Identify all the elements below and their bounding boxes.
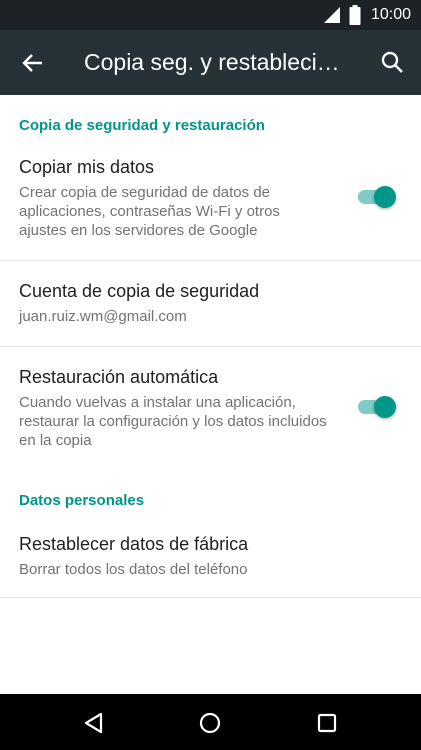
pref-title: Restablecer datos de fábrica [19, 534, 249, 554]
pref-title: Restauración automática [19, 367, 219, 387]
copy-my-data-switch[interactable] [356, 184, 398, 210]
divider [0, 597, 421, 598]
pref-summary: juan.ruiz.wm@gmail.com [19, 308, 187, 325]
status-icons: 10:00 [323, 0, 411, 30]
status-bar: 10:00 [0, 0, 421, 30]
pref-title: Copiar mis datos [19, 157, 155, 177]
home-circle-icon[interactable] [195, 708, 225, 738]
page-title-text: Copia seg. y restableci… [84, 49, 340, 75]
section-header-personal: Datos personales [19, 492, 145, 509]
battery-icon [349, 5, 361, 25]
app-toolbar: Copia seg. y restableci… [0, 30, 421, 95]
auto-restore-switch[interactable] [356, 394, 398, 420]
section-header-backup: Copia de seguridad y restauración [19, 117, 265, 134]
back-arrow-icon[interactable] [18, 48, 48, 78]
pref-summary: Borrar todos los datos del teléfono [19, 561, 248, 578]
pref-factory-reset[interactable]: Restablecer datos de fábrica Borrar todo… [0, 517, 421, 597]
pref-title: Cuenta de copia de seguridad [19, 281, 260, 301]
pref-summary: Cuando vuelvas a instalar una aplicación… [19, 394, 327, 449]
page-title: Copia seg. y restableci… [84, 30, 354, 95]
switch-thumb [374, 396, 396, 418]
signal-icon [323, 7, 340, 23]
pref-copy-my-data[interactable]: Copiar mis datos Crear copia de segurida… [0, 147, 421, 260]
recents-square-icon[interactable] [312, 708, 342, 738]
pref-auto-restore[interactable]: Restauración automática Cuando vuelvas a… [0, 347, 421, 465]
search-icon[interactable] [378, 48, 408, 78]
back-triangle-icon[interactable] [79, 708, 109, 738]
pref-summary: Crear copia de seguridad de datos de apl… [19, 184, 280, 239]
status-time: 10:00 [370, 6, 411, 23]
settings-list: Copia de seguridad y restauración Copiar… [0, 95, 421, 694]
switch-thumb [374, 186, 396, 208]
pref-backup-account[interactable]: Cuenta de copia de seguridad juan.ruiz.w… [0, 261, 421, 346]
system-nav-bar [0, 694, 421, 750]
